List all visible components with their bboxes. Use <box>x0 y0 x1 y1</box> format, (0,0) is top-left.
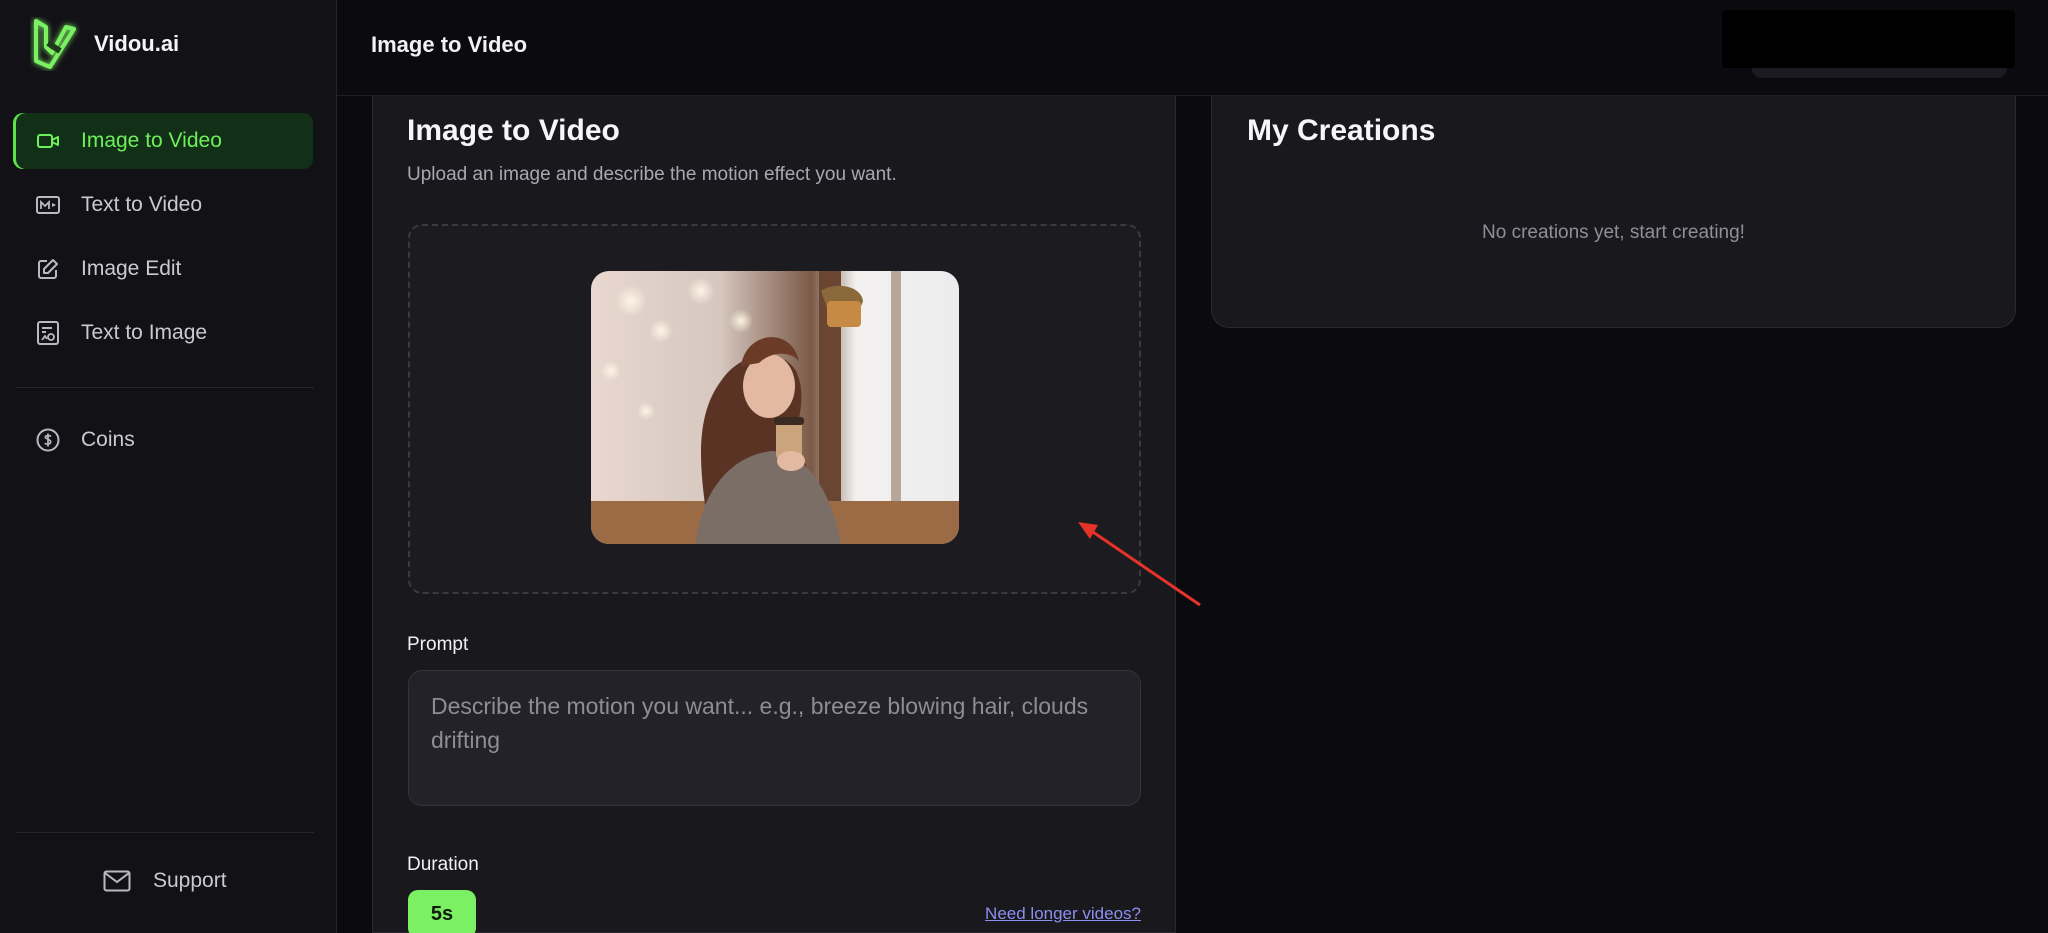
edit-icon <box>35 256 61 282</box>
my-creations-panel: My Creations No creations yet, start cre… <box>1211 96 2016 328</box>
image-text-icon <box>35 320 61 346</box>
video-camera-icon <box>35 128 61 154</box>
sidebar-item-label: Coins <box>81 428 135 451</box>
panel-title: Image to Video <box>407 114 620 147</box>
sidebar-item-label: Text to Image <box>81 321 208 344</box>
sidebar-divider <box>16 832 314 833</box>
panel-subtitle: Upload an image and describe the motion … <box>407 164 897 185</box>
vidou-logo-icon <box>30 17 80 71</box>
sidebar-item-label: Text to Video <box>81 193 203 216</box>
creations-empty-state: No creations yet, start creating! <box>1482 222 1745 243</box>
sidebar: Vidou.ai Image to Video Text to Video Im… <box>0 0 337 933</box>
image-to-video-panel: Image to Video Upload an image and descr… <box>372 96 1176 933</box>
annotation-arrow-icon <box>1078 522 1201 607</box>
sidebar-divider <box>16 387 314 388</box>
duration-label: Duration <box>407 854 479 875</box>
brand[interactable]: Vidou.ai <box>30 16 179 72</box>
film-icon <box>35 192 61 218</box>
uploaded-image-preview <box>591 271 959 544</box>
creations-title: My Creations <box>1247 114 1436 147</box>
top-header: Image to Video <box>337 0 2048 96</box>
need-longer-videos-link[interactable]: Need longer videos? <box>985 904 1141 924</box>
support-button[interactable]: Support <box>103 868 227 894</box>
image-upload-dropzone[interactable] <box>408 224 1141 594</box>
account-area-redacted[interactable] <box>1722 10 2015 68</box>
duration-5s-button[interactable]: 5s <box>408 890 476 933</box>
prompt-label: Prompt <box>407 634 469 655</box>
sidebar-item-text-to-video[interactable]: Text to Video <box>13 177 313 233</box>
sidebar-item-image-edit[interactable]: Image Edit <box>13 241 313 297</box>
coin-icon <box>35 427 61 453</box>
mail-icon <box>103 868 133 894</box>
sidebar-item-text-to-image[interactable]: Text to Image <box>13 305 313 361</box>
sidebar-item-label: Image Edit <box>81 257 182 280</box>
support-label: Support <box>153 869 227 892</box>
prompt-input[interactable] <box>408 670 1141 806</box>
page-title: Image to Video <box>371 32 528 57</box>
sidebar-coins: Coins <box>13 412 313 476</box>
sidebar-nav: Image to Video Text to Video Image Edit … <box>13 113 313 369</box>
sidebar-item-coins[interactable]: Coins <box>13 412 313 468</box>
brand-name: Vidou.ai <box>94 31 180 56</box>
sidebar-item-label: Image to Video <box>81 129 222 152</box>
sidebar-item-image-to-video[interactable]: Image to Video <box>13 113 313 169</box>
